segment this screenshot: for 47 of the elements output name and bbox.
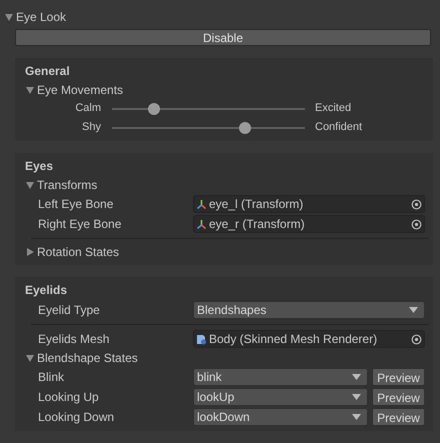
foldout-label[interactable]: Rotation States (37, 243, 120, 261)
field-label: Looking Up (37, 389, 100, 406)
foldout-label[interactable]: Eye Movements (37, 81, 124, 99)
foldout-arrow-icon[interactable] (25, 353, 35, 363)
slider-label: Excited (315, 101, 352, 116)
object-picker-icon[interactable] (411, 218, 422, 230)
dropdown[interactable]: lookUp (193, 388, 368, 406)
dropdown[interactable]: Blendshapes (193, 301, 425, 319)
dropdown[interactable]: blink (193, 368, 368, 386)
foldout-label[interactable]: Transforms (37, 176, 98, 194)
slider-thumb[interactable] (239, 122, 252, 134)
preview-button[interactable]: Preview (372, 368, 425, 386)
section-title: Eyelids (24, 282, 68, 299)
foldout-arrow-icon[interactable] (4, 12, 14, 22)
dropdown-caret-icon (352, 394, 361, 400)
slider-label: Calm (74, 101, 101, 116)
dropdown[interactable]: lookDown (193, 408, 368, 426)
object-field[interactable]: eye_r (Transform) (193, 215, 425, 233)
disable-button[interactable]: Disable (15, 29, 431, 46)
preview-button[interactable]: Preview (372, 388, 425, 406)
transform-icon (196, 198, 207, 210)
slider-label: Shy (81, 120, 101, 136)
object-field[interactable]: Body (Skinned Mesh Renderer) (193, 330, 425, 348)
section-title: General (24, 63, 71, 80)
field-label: Left Eye Bone (37, 196, 114, 213)
object-picker-icon[interactable] (411, 334, 422, 344)
foldout-arrow-icon[interactable] (25, 85, 35, 95)
foldout-label[interactable]: Eye Look (16, 8, 66, 26)
object-picker-icon[interactable] (411, 198, 422, 210)
field-label: Eyelid Type (37, 302, 101, 319)
foldout-arrow-icon[interactable] (25, 180, 35, 190)
slider-thumb[interactable] (148, 102, 160, 114)
transform-icon (196, 218, 207, 230)
field-label: Looking Down (37, 409, 116, 426)
field-label: Blink (37, 369, 66, 386)
dropdown-caret-icon (352, 414, 361, 420)
foldout-label[interactable]: Blendshape States (37, 349, 138, 367)
dropdown-caret-icon (409, 307, 418, 313)
mesh-icon (196, 334, 207, 344)
field-label: Right Eye Bone (37, 216, 122, 233)
dropdown-caret-icon (352, 374, 361, 380)
foldout-arrow-icon[interactable] (25, 247, 35, 257)
field-label: Eyelids Mesh (37, 331, 110, 348)
slider-label: Confident (315, 120, 362, 136)
preview-button[interactable]: Preview (372, 408, 425, 426)
object-field[interactable]: eye_l (Transform) (193, 195, 425, 213)
section-title: Eyes (24, 158, 54, 175)
